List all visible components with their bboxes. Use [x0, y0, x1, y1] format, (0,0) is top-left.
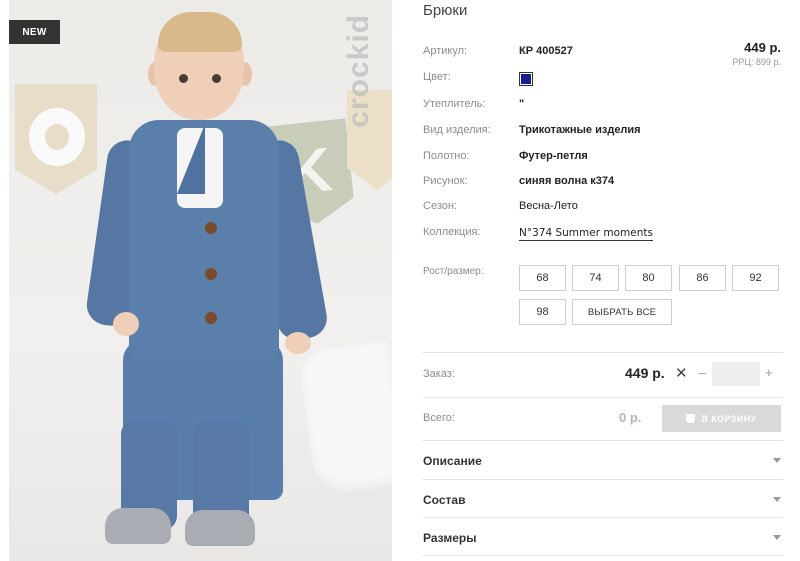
- accordion-composition[interactable]: Состав: [423, 481, 783, 519]
- detail-value: Футер-петля: [519, 150, 588, 162]
- accordion-sizes[interactable]: Размеры: [423, 519, 783, 557]
- detail-value: Трикотажные изделия: [519, 124, 641, 136]
- new-badge: NEW: [9, 20, 60, 44]
- product-photo[interactable]: K NEW crockid: [9, 0, 392, 561]
- sizes-label: Рост/размер:: [423, 266, 484, 277]
- detail-value: синяя волна к374: [519, 175, 615, 187]
- order-label: Заказ:: [423, 368, 455, 380]
- total-label: Всего:: [423, 412, 455, 424]
- divider: [423, 555, 783, 556]
- detail-label: Утеплитель:: [423, 98, 486, 110]
- color-swatch[interactable]: [519, 72, 533, 86]
- add-to-cart-label: В КОРЗИНУ: [701, 413, 757, 424]
- chevron-down-icon: [773, 458, 781, 463]
- divider: [423, 517, 783, 518]
- product-info-panel: Брюки 449 р. РРЦ: 899 р. Артикул: КР 400…: [423, 0, 783, 561]
- divider: [423, 440, 783, 441]
- accordion-title: Описание: [423, 454, 482, 468]
- quantity-decrease-button[interactable]: –: [699, 365, 706, 380]
- chevron-down-icon: [773, 535, 781, 540]
- accordion-title: Размеры: [423, 531, 477, 545]
- detail-label: Сезон:: [423, 200, 457, 212]
- detail-label: Рисунок:: [423, 175, 468, 187]
- size-option-74[interactable]: 74: [572, 265, 619, 291]
- collection-link[interactable]: N°374 Summer moments: [519, 227, 653, 241]
- detail-row-insulation: Утеплитель: ": [423, 98, 783, 114]
- divider: [423, 479, 783, 480]
- size-option-98[interactable]: 98: [519, 299, 566, 325]
- select-all-sizes-button[interactable]: ВЫБРАТЬ ВСЕ: [572, 299, 672, 325]
- size-option-92[interactable]: 92: [732, 265, 779, 291]
- shopping-bag-icon: [686, 414, 696, 423]
- detail-label: Цвет:: [423, 71, 451, 83]
- detail-row-article: Артикул: КР 400527: [423, 45, 783, 61]
- chevron-down-icon: [773, 497, 781, 502]
- detail-label: Полотно:: [423, 150, 470, 162]
- size-option-80[interactable]: 80: [625, 265, 672, 291]
- divider: [423, 352, 783, 353]
- detail-value: Весна-Лето: [519, 200, 578, 212]
- brand-watermark: crockid: [342, 14, 375, 128]
- detail-label: Артикул:: [423, 45, 468, 57]
- order-unit-price: 449 р.: [625, 365, 665, 381]
- quantity-input[interactable]: [712, 362, 760, 386]
- multiply-icon: ✕: [675, 365, 688, 382]
- size-option-68[interactable]: 68: [519, 265, 566, 291]
- quantity-increase-button[interactable]: +: [765, 365, 773, 380]
- detail-label: Коллекция:: [423, 226, 481, 238]
- add-to-cart-button[interactable]: В КОРЗИНУ: [662, 405, 781, 432]
- detail-row-pattern: Рисунок: синяя волна к374: [423, 175, 783, 191]
- detail-row-season: Сезон: Весна-Лето: [423, 200, 783, 216]
- detail-value: ": [519, 98, 525, 110]
- accordion-description[interactable]: Описание: [423, 442, 783, 480]
- size-option-86[interactable]: 86: [679, 265, 726, 291]
- divider: [423, 397, 783, 398]
- total-value: 0 р.: [619, 410, 642, 425]
- detail-row-type: Вид изделия: Трикотажные изделия: [423, 124, 783, 140]
- detail-value: КР 400527: [519, 45, 573, 57]
- child-model: [9, 0, 392, 561]
- product-title: Брюки: [423, 2, 468, 19]
- accordion-title: Состав: [423, 493, 466, 507]
- detail-label: Вид изделия:: [423, 124, 491, 136]
- detail-row-fabric: Полотно: Футер-петля: [423, 150, 783, 166]
- detail-row-color: Цвет:: [423, 71, 783, 87]
